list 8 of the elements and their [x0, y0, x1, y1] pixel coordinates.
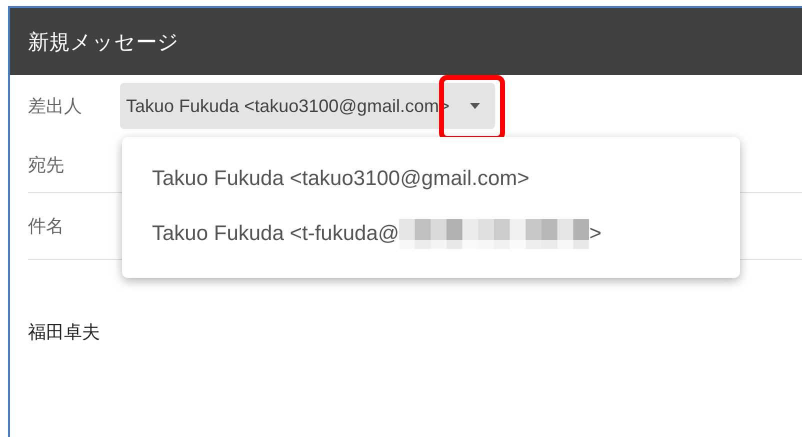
subject-label: 件名 — [28, 215, 65, 238]
signature-text: 福田卓夫 — [27, 321, 101, 344]
window-title: 新規メッセージ — [28, 30, 179, 56]
sender-option[interactable]: Takuo Fukuda <t-fukuda@ > — [152, 218, 740, 248]
from-label: 差出人 — [28, 95, 83, 118]
caret-icon — [470, 103, 480, 109]
sender-option[interactable]: Takuo Fukuda <takuo3100@gmail.com> — [152, 166, 740, 190]
to-label: 宛先 — [28, 154, 65, 176]
